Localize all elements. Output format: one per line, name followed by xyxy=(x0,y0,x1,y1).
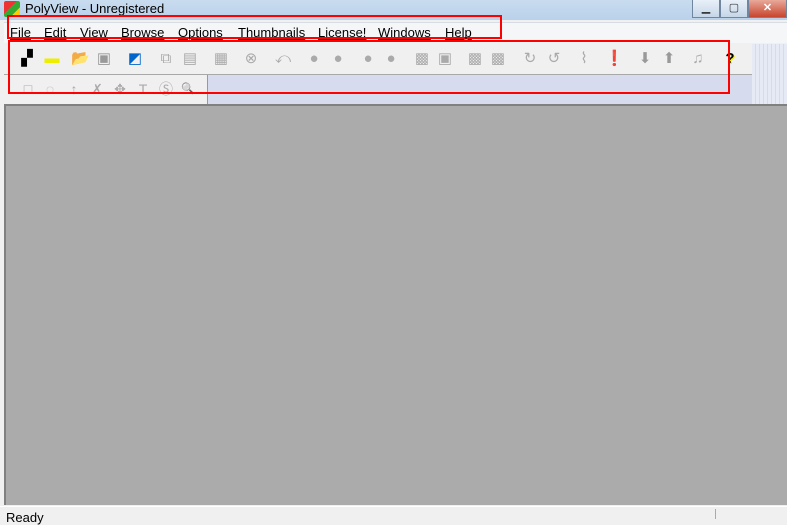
pattern-square-icon[interactable]: ▩ xyxy=(489,50,507,68)
music-icon[interactable]: ♫ xyxy=(689,50,707,68)
minimize-button[interactable]: ▁ xyxy=(692,0,720,18)
maximize-button[interactable]: ▢ xyxy=(720,0,748,18)
menu-edit[interactable]: Edit xyxy=(44,25,66,40)
pattern-square-icon[interactable]: ▩ xyxy=(466,50,484,68)
rebar-empty xyxy=(208,75,752,104)
app-icon[interactable] xyxy=(4,1,20,17)
arrow-up-tool-icon[interactable]: ↑ xyxy=(66,80,82,98)
circle-icon[interactable]: ● xyxy=(305,50,323,68)
circle-icon[interactable]: ● xyxy=(359,50,377,68)
menu-browse[interactable]: Browse xyxy=(121,25,164,40)
arrow-down-icon[interactable]: ⬇ xyxy=(636,50,654,68)
alert-icon[interactable]: ❗ xyxy=(605,50,624,68)
delete-icon[interactable]: ⊗ xyxy=(242,50,260,68)
menu-options[interactable]: Options xyxy=(178,25,223,40)
rotate-left-icon[interactable]: ↺ xyxy=(545,50,563,68)
menu-thumbnails[interactable]: Thumbnails xyxy=(238,25,305,40)
circle-icon[interactable]: ● xyxy=(329,50,347,68)
menu-file[interactable]: File xyxy=(10,25,31,40)
rotate-right-icon[interactable]: ↻ xyxy=(521,50,539,68)
print-icon[interactable]: ▦ xyxy=(212,50,230,68)
arrow-up-icon[interactable]: ⬆ xyxy=(660,50,678,68)
workspace-area[interactable] xyxy=(4,104,787,505)
image-icon[interactable]: ◩ xyxy=(126,50,144,68)
crop-icon[interactable]: ✗ xyxy=(89,80,105,98)
zoom-icon[interactable]: 🔍 xyxy=(180,80,196,98)
text-icon[interactable]: T xyxy=(135,80,151,98)
paste-icon[interactable]: ▤ xyxy=(181,50,199,68)
square-icon[interactable]: ▣ xyxy=(436,50,454,68)
menu-view[interactable]: View xyxy=(80,25,108,40)
title-bar: PolyView - Unregistered ▁ ▢ ✕ xyxy=(0,0,787,20)
lasso-icon[interactable]: ◌ xyxy=(42,80,58,98)
menu-help[interactable]: Help xyxy=(445,25,472,40)
move-icon[interactable]: ✥ xyxy=(112,80,128,98)
menu-windows[interactable]: Windows xyxy=(378,25,431,40)
pattern-square-icon[interactable]: ▩ xyxy=(413,50,431,68)
waveform-icon[interactable]: ⌇ xyxy=(575,50,593,68)
copy-icon[interactable]: ⧉ xyxy=(157,50,175,68)
new-folder-icon[interactable]: ▬ xyxy=(43,50,61,68)
rectangle-select-icon[interactable]: □ xyxy=(20,80,36,98)
menu-license[interactable]: License! xyxy=(318,25,366,40)
save-icon[interactable]: ▣ xyxy=(95,50,113,68)
undo-icon[interactable]: ⤺ xyxy=(274,50,292,68)
close-button[interactable]: ✕ xyxy=(748,0,787,18)
stamp-icon[interactable]: Ⓢ xyxy=(158,80,174,98)
window-title: PolyView - Unregistered xyxy=(25,1,165,16)
help-icon[interactable]: ? xyxy=(721,50,739,68)
circle-icon[interactable]: ● xyxy=(382,50,400,68)
scan-icon[interactable]: ▞ xyxy=(18,50,36,68)
rebar-band xyxy=(752,44,787,104)
open-folder-icon[interactable]: 📂 xyxy=(71,50,90,68)
status-bar: Ready xyxy=(0,506,787,525)
